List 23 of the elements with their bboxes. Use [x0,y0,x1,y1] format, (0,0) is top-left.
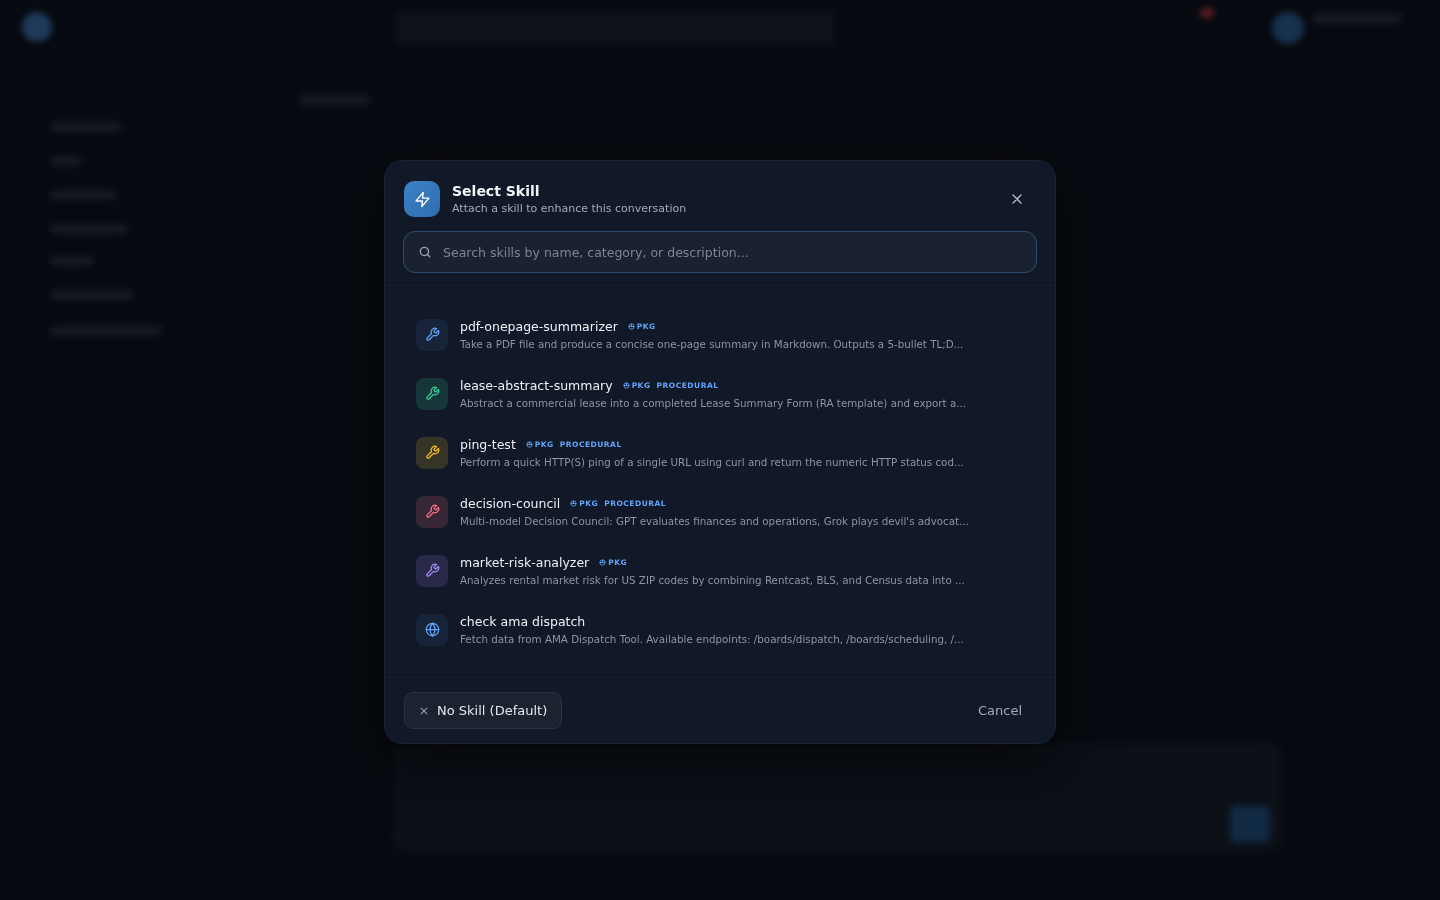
skill-name: check ama dispatch [460,614,586,629]
no-skill-button[interactable]: No Skill (Default) [404,692,563,729]
skill-item[interactable]: check ama dispatch Fetch data from AMA Dispatch Tool. Available endpoints: /boards/dispatch, /boards/scheduling, /... [404,600,1036,659]
cancel-button[interactable]: Cancel [963,695,1036,726]
skill-name: market-risk-analyzer [460,555,590,570]
skill-description: Analyzes rental market risk for US ZIP codes by combining Rentcast, BLS, and Census data into ... [460,574,965,586]
skill-description: Multi-model Decision Council: GPT evaluates finances and operations, Grok plays devil's advocat... [460,515,969,527]
skill-name: pdf-onepage-summarizer [460,319,618,334]
close-icon [419,705,429,716]
search-field[interactable]: Search skills by name, category, or description... [403,231,1037,273]
dialog-subtitle: Attach a skill to enhance this conversation [452,202,688,215]
search-icon [418,245,432,259]
skill-name: ping-test [460,437,516,452]
skill-description: Abstract a commercial lease into a completed Lease Summary Form (RA template) and export a... [460,397,967,409]
skill-description: Take a PDF file and produce a concise one-page summary in Markdown. Outputs a 5-bullet TL;D... [460,338,964,350]
dialog-title: Select Skill [452,183,541,199]
skill-name: lease-abstract-summary [460,378,613,393]
skill-description: Perform a quick HTTP(S) ping of a single URL using curl and return the numeric HTTP status cod... [460,456,964,468]
skill-description: Fetch data from AMA Dispatch Tool. Available endpoints: /boards/dispatch, /boards/scheduling, /... [460,633,964,645]
search-input[interactable]: Search skills by name, category, or description... [441,243,1022,261]
close-icon [1010,192,1024,206]
bolt-icon [404,181,440,217]
skill-name: decision-council [460,496,561,511]
